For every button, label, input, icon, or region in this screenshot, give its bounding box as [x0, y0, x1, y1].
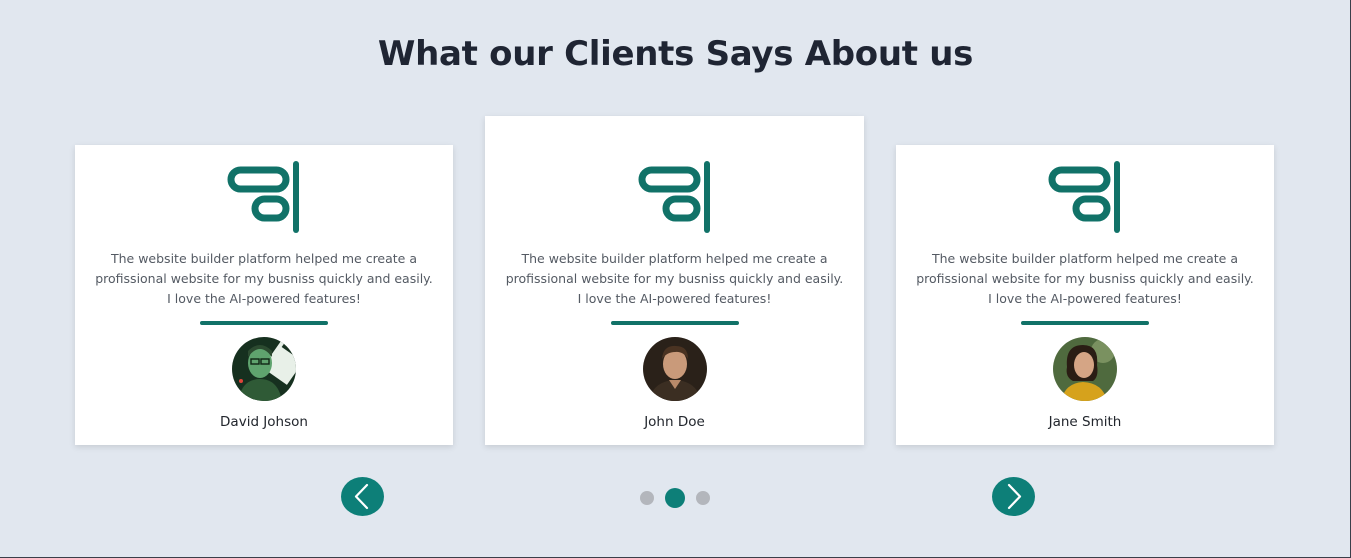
quote-icon: [1048, 161, 1120, 233]
client-name: David Johson: [220, 414, 308, 430]
pagination-dot[interactable]: [696, 491, 710, 505]
client-name: John Doe: [644, 414, 705, 430]
testimonial-card: The website builder platform helped me c…: [75, 145, 453, 445]
client-avatar: [1053, 337, 1117, 401]
section-heading: What our Clients Says About us: [377, 34, 974, 74]
quote-icon: [227, 161, 299, 233]
next-slide-button[interactable]: [992, 477, 1035, 516]
divider: [610, 321, 739, 325]
pagination-dot[interactable]: [640, 491, 654, 505]
testimonial-card-active: The website builder platform helped me c…: [485, 116, 864, 445]
chevron-left-icon: [354, 483, 369, 510]
client-avatar: [232, 337, 296, 401]
divider: [200, 321, 328, 325]
carousel-pagination: [640, 488, 712, 508]
testimonial-card: The website builder platform helped me c…: [896, 145, 1274, 445]
client-avatar: [642, 337, 707, 401]
chevron-right-icon: [1007, 483, 1022, 510]
testimonial-text: The website builder platform helped me c…: [95, 251, 433, 306]
divider: [1021, 321, 1149, 325]
prev-slide-button[interactable]: [341, 477, 384, 516]
testimonial-text: The website builder platform helped me c…: [916, 251, 1254, 306]
testimonial-text: The website builder platform helped me c…: [505, 251, 844, 306]
pagination-dot-active[interactable]: [665, 488, 685, 508]
quote-icon: [638, 161, 710, 233]
client-name: Jane Smith: [1048, 414, 1122, 430]
